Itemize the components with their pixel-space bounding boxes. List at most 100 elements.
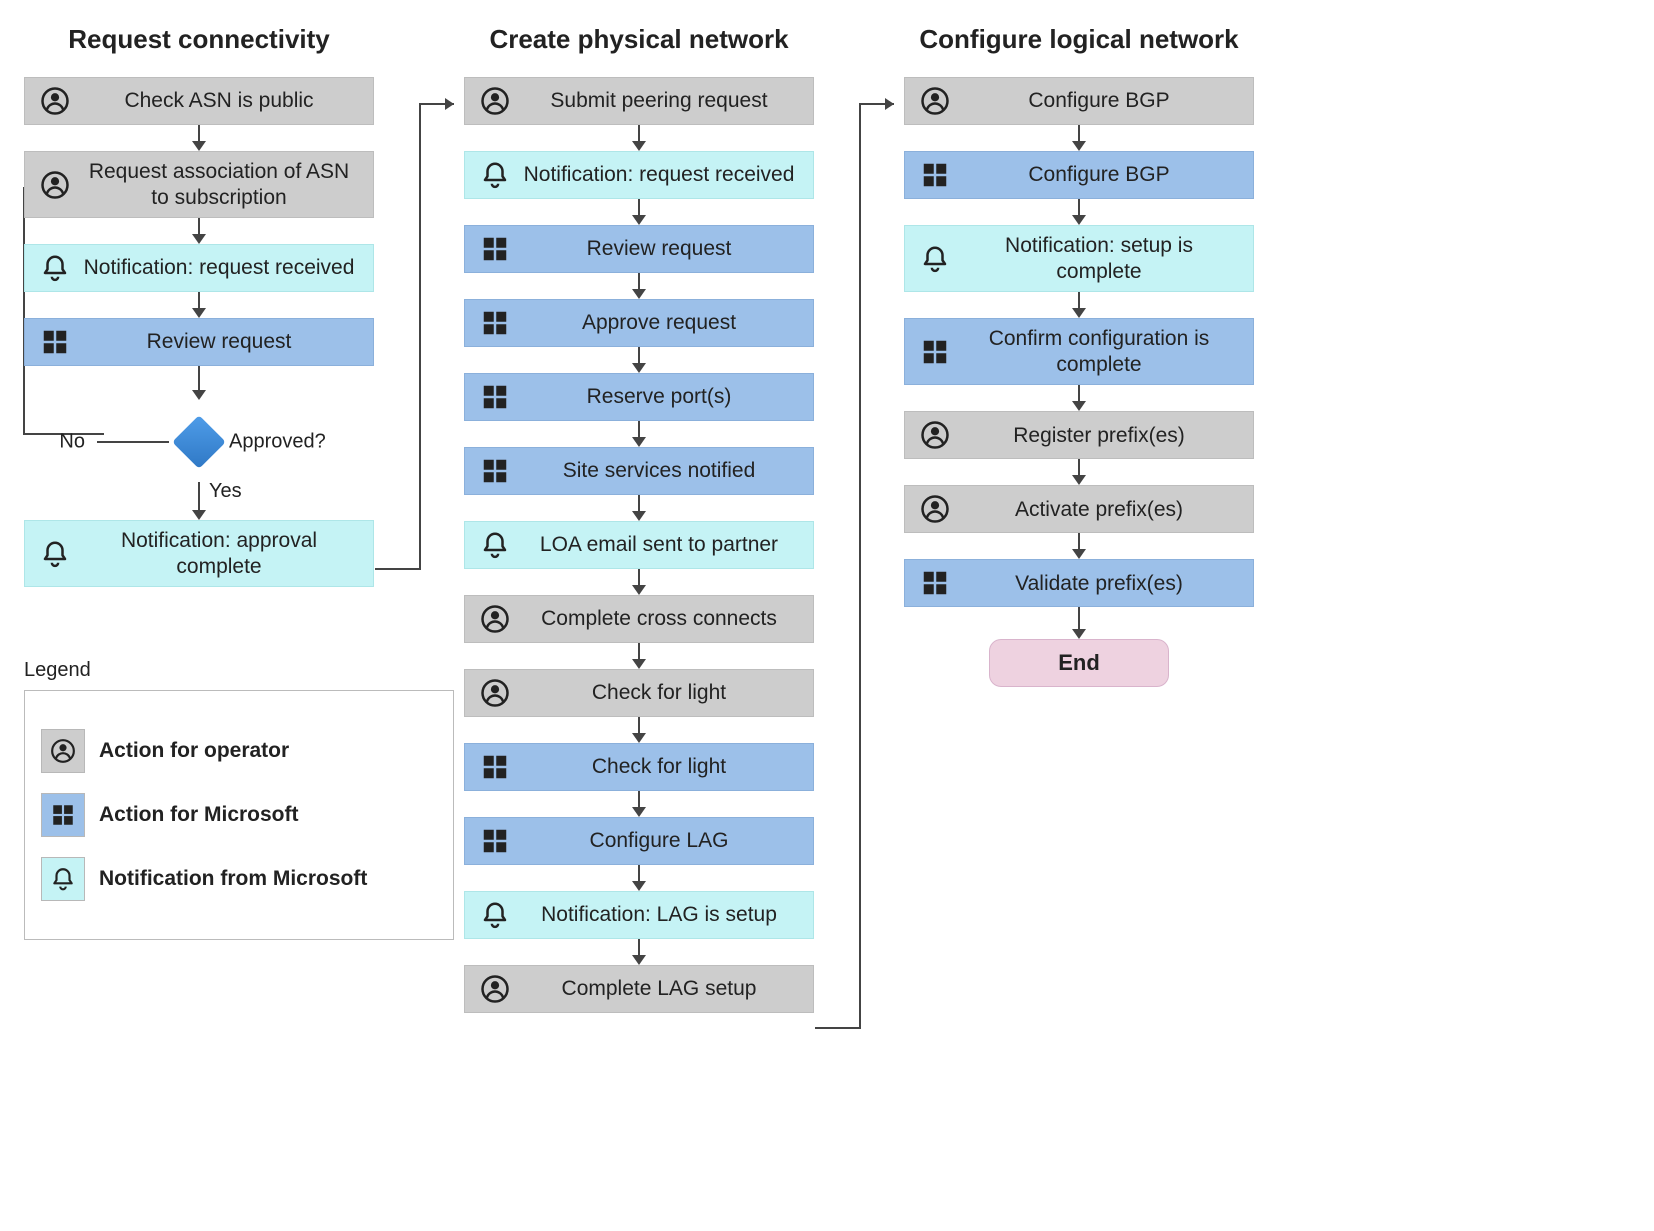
step-configure-bgp-op: Configure BGP [904,77,1254,125]
step-label: Review request [515,236,803,262]
user-icon [475,678,515,708]
arrow-down-icon [192,366,206,400]
step-check-for-light-ms: Check for light [464,743,814,791]
column-title: Request connectivity [68,24,330,55]
arrow-down-icon [632,865,646,891]
arrow-down-icon [1072,125,1086,151]
bell-icon [475,160,515,190]
bell-icon [41,857,85,901]
step-label: Request association of ASN to subscripti… [75,159,363,210]
step-notif-lag-setup: Notification: LAG is setup [464,891,814,939]
decision-yes-label: Yes [209,480,242,503]
step-label: Notification: request received [75,255,363,281]
step-label: Notification: approval complete [75,528,363,579]
arrow-down-icon [632,347,646,373]
microsoft-icon [475,308,515,338]
bell-icon [475,530,515,560]
user-icon [41,729,85,773]
microsoft-icon [475,382,515,412]
arrow-down-icon [192,292,206,318]
legend: Legend Action for operator Action for Mi… [24,659,454,940]
microsoft-icon [915,337,955,367]
step-request-association: Request association of ASN to subscripti… [24,151,374,218]
arrow-down-icon [632,939,646,965]
step-label: Notification: setup is complete [955,233,1243,284]
step-submit-peering-request: Submit peering request [464,77,814,125]
step-label: Confirm configuration is complete [955,326,1243,377]
step-loa-email: LOA email sent to partner [464,521,814,569]
microsoft-icon [41,793,85,837]
step-configure-lag: Configure LAG [464,817,814,865]
decision-question: Approved? [229,431,326,454]
step-label: Check ASN is public [75,88,363,114]
step-reserve-ports: Reserve port(s) [464,373,814,421]
microsoft-icon [35,327,75,357]
step-label: Check for light [515,754,803,780]
user-icon [915,420,955,450]
step-notif-request-received: Notification: request received [24,244,374,292]
connector-c1-to-c2 [374,98,466,598]
arrow-down-icon [632,643,646,669]
user-icon [35,86,75,116]
step-confirm-configuration-complete: Confirm configuration is complete [904,318,1254,385]
step-label: Configure BGP [955,162,1243,188]
step-label: LOA email sent to partner [515,532,803,558]
bell-icon [915,244,955,274]
legend-title: Legend [24,659,454,682]
step-review-request: Review request [24,318,374,366]
step-register-prefixes: Register prefix(es) [904,411,1254,459]
end-node: End [989,639,1169,687]
step-label: Complete cross connects [515,606,803,632]
decision-no-line [97,441,169,443]
column-create-physical-network: Create physical network Submit peering r… [464,24,814,1013]
arrow-down-icon [1072,459,1086,485]
user-icon [35,170,75,200]
step-notif-request-received: Notification: request received [464,151,814,199]
legend-label: Action for Microsoft [99,803,299,827]
user-icon [915,494,955,524]
step-activate-prefixes: Activate prefix(es) [904,485,1254,533]
step-label: Reserve port(s) [515,384,803,410]
microsoft-icon [915,160,955,190]
legend-label: Notification from Microsoft [99,867,367,891]
bell-icon [475,900,515,930]
legend-label: Action for operator [99,739,289,763]
arrow-down-icon [1072,292,1086,318]
step-label: Complete LAG setup [515,976,803,1002]
step-label: Activate prefix(es) [955,497,1243,523]
step-label: Validate prefix(es) [955,571,1243,597]
step-check-for-light-op: Check for light [464,669,814,717]
legend-item-notification: Notification from Microsoft [41,857,437,901]
arrow-down-icon [632,421,646,447]
arrow-down-icon [632,125,646,151]
bell-icon [35,539,75,569]
microsoft-icon [915,568,955,598]
step-label: Check for light [515,680,803,706]
arrow-down-icon [1072,607,1086,639]
arrow-down-icon [632,791,646,817]
user-icon [475,604,515,634]
arrow-down-icon [632,273,646,299]
microsoft-icon [475,826,515,856]
column-request-connectivity: Request connectivity Check ASN is public… [24,24,374,587]
column-title: Create physical network [489,24,788,55]
arrow-down-icon [632,199,646,225]
user-icon [915,86,955,116]
step-label: Notification: request received [515,162,803,188]
step-label: Submit peering request [515,88,803,114]
step-label: Configure BGP [955,88,1243,114]
step-notif-approval-complete: Notification: approval complete [24,520,374,587]
legend-item-operator: Action for operator [41,729,437,773]
microsoft-icon [475,234,515,264]
connector-c2-to-c3 [814,98,906,1038]
arrow-down-icon [632,717,646,743]
legend-box: Action for operator Action for Microsoft… [24,690,454,940]
step-review-request: Review request [464,225,814,273]
arrow-down-icon [1072,199,1086,225]
step-label: Approve request [515,310,803,336]
arrow-down-icon [632,569,646,595]
arrow-down-icon [632,495,646,521]
step-site-services-notified: Site services notified [464,447,814,495]
step-label: Register prefix(es) [955,423,1243,449]
step-notif-setup-complete: Notification: setup is complete [904,225,1254,292]
